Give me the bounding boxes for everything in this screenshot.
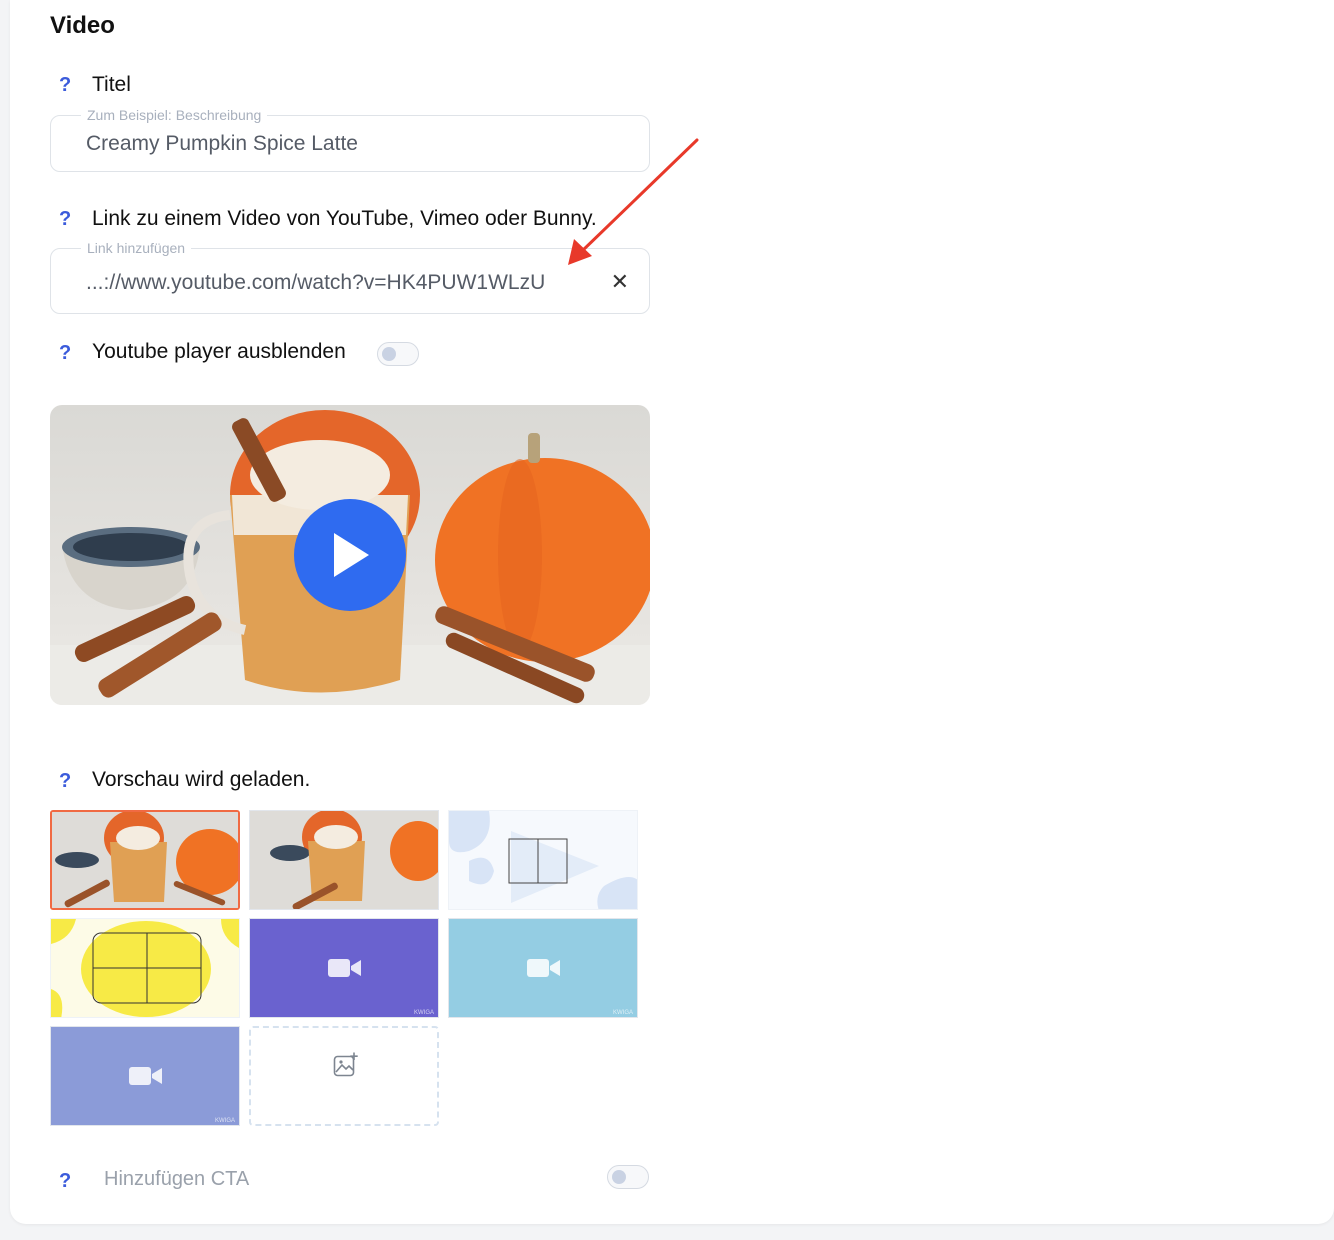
cta-toggle[interactable] [607,1165,649,1189]
watermark: KWIGA [612,1010,633,1016]
thumbnail-option-1[interactable] [50,810,240,910]
thumbnail-option-2[interactable] [249,810,439,910]
section-title: Video [50,12,115,39]
thumbnail-option-6[interactable]: KWIGA [448,918,638,1018]
video-camera-icon [527,959,560,977]
hide-player-toggle[interactable] [377,342,419,366]
toggle-knob [612,1170,626,1184]
video-camera-icon [328,959,361,977]
watermark: KWIGA [214,1118,235,1124]
preview-label: Vorschau wird geladen. [92,768,311,791]
thumbnail-option-3[interactable] [448,810,638,910]
play-button[interactable] [294,499,406,611]
hide-player-label: Youtube player ausblenden [92,340,346,363]
video-camera-icon [129,1067,162,1085]
thumbnail-option-5[interactable]: KWIGA [249,918,439,1018]
title-label: Titel [92,73,131,96]
thumbnail-image [250,811,438,909]
annotation-arrow-icon [568,138,699,265]
clear-link-icon[interactable]: ✕ [611,269,629,295]
watermark: KWIGA [413,1010,434,1016]
link-input-value[interactable]: ...://www.youtube.com/watch?v=HK4PUW1WLz… [86,271,545,295]
help-icon-preview[interactable]: ? [59,770,71,793]
thumbnail-image [52,812,238,908]
help-icon-hide-player[interactable]: ? [59,342,71,365]
link-label: Link zu einem Video von YouTube, Vimeo o… [92,207,597,230]
add-image-icon [333,1052,358,1077]
add-thumbnail-button[interactable] [249,1026,439,1126]
play-icon [334,533,369,577]
video-preview[interactable] [50,405,650,705]
thumbnail-image [449,811,637,909]
thumbnail-option-4[interactable] [50,918,240,1018]
title-input-legend: Zum Beispiel: Beschreibung [81,107,268,123]
help-icon-title[interactable]: ? [59,74,71,97]
help-icon-link[interactable]: ? [59,208,71,231]
toggle-knob [382,347,396,361]
link-input-legend: Link hinzufügen [81,240,192,256]
help-icon-cta[interactable]: ? [59,1170,71,1193]
title-input-value[interactable]: Creamy Pumpkin Spice Latte [86,132,358,156]
cta-label: Hinzufügen CTA [104,1168,250,1190]
thumbnail-option-7[interactable]: KWIGA [50,1026,240,1126]
thumbnail-image [51,919,239,1017]
